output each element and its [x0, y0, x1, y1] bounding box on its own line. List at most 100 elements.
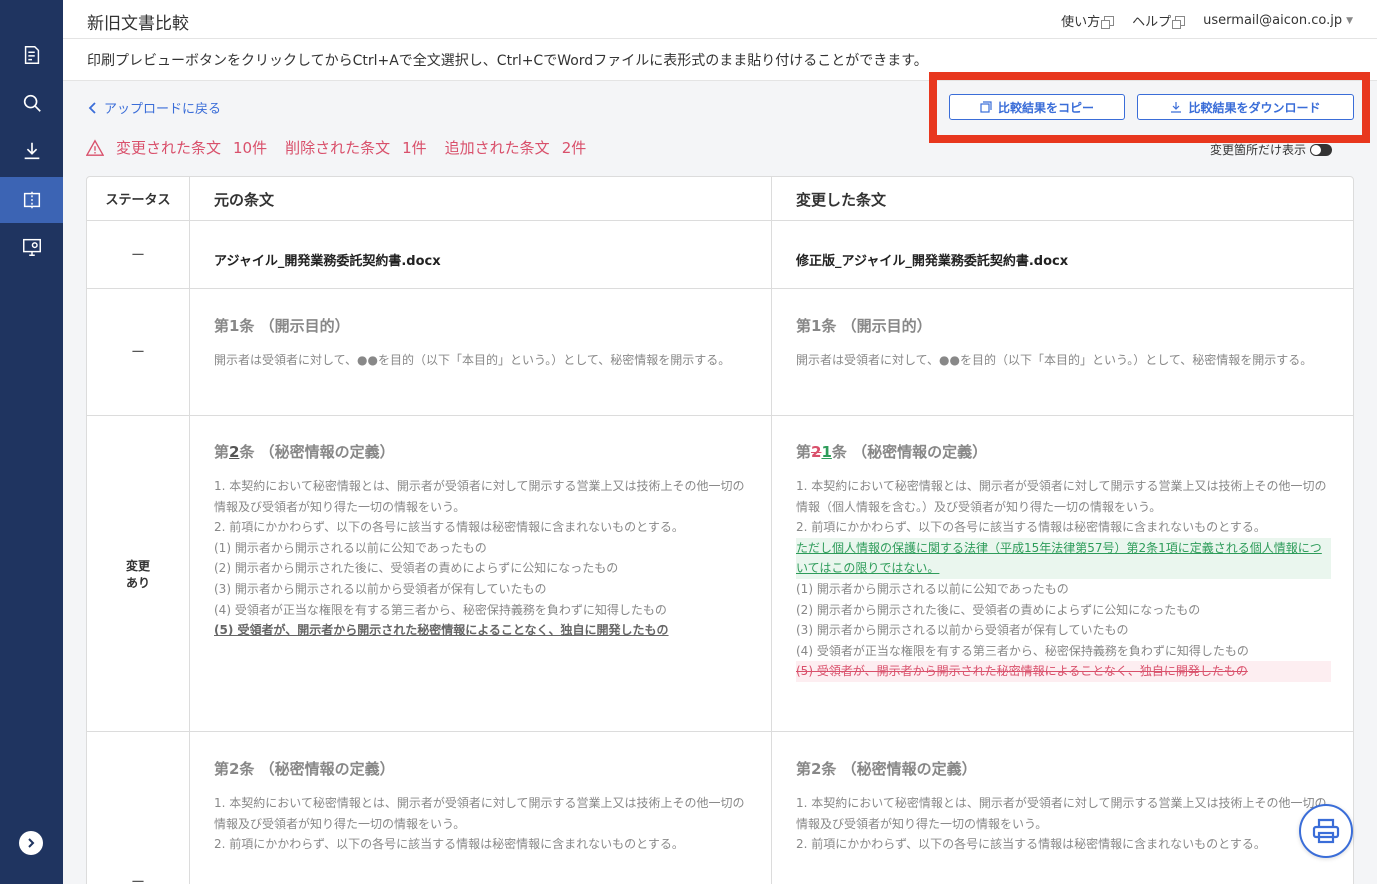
help-link[interactable]: ヘルプ — [1132, 11, 1186, 30]
usage-link[interactable]: 使い方 — [1061, 11, 1115, 30]
article-line: 1. 本契約において秘密情報とは、開示者が受領者に対して開示する営業上又は技術上… — [214, 796, 745, 831]
print-preview-button[interactable] — [1299, 804, 1353, 858]
file-row: ー アジャイル_開発業務委託契約書.docx 修正版_アジャイル_開発業務委託契… — [87, 221, 1353, 289]
sidebar-item-search[interactable] — [0, 80, 63, 126]
article-line: (2) 開示者から開示された後に、受領者の責めによらずに公知になったもの — [796, 602, 1201, 617]
article-line-removed-source: (5) 受領者が、開示者から開示された秘密情報によることなく、独自に開発したもの — [214, 623, 669, 638]
changed-label: 変更された条文 — [116, 139, 222, 157]
external-link-icon — [1172, 15, 1186, 29]
changed-count: 10件 — [233, 139, 268, 157]
status-cell-changed: 変更 あり — [87, 416, 190, 731]
caret-down-icon: ▼ — [1346, 15, 1353, 26]
table-row-changed: 変更 あり 第2条 （秘密情報の定義） 1. 本契約において秘密情報とは、開示者が… — [87, 416, 1353, 732]
sidebar-expand-button[interactable] — [19, 831, 43, 855]
article-title: 第1条 （開示目的） — [796, 317, 932, 335]
sidebar-item-download[interactable] — [0, 128, 63, 174]
page-title: 新旧文書比較 — [87, 14, 189, 34]
article-body: 開示者は受領者に対して、●●を目的（以下「本目的」という。）として、秘密情報を開… — [796, 353, 1313, 367]
changed-article: 第21条 （秘密情報の定義） 1. 本契約において秘密情報とは、開示者が受領者に… — [772, 416, 1353, 731]
sidebar-item-compare[interactable] — [0, 177, 63, 223]
article-line-inserted: ただし個人情報の保護に関する法律（平成15年法律第57号）第2条1項に定義される… — [796, 537, 1331, 579]
article-title: 第2条 （秘密情報の定義） — [214, 441, 747, 462]
article-body: 1. 本契約において秘密情報とは、開示者が受領者に対して開示する営業上又は技術上… — [796, 476, 1331, 682]
help-link-label: ヘルプ — [1132, 15, 1172, 30]
article-title: 第1条 （開示目的） — [214, 317, 350, 335]
change-summary: 変更された条文 10件 削除された条文 1件 追加された条文 2件 — [86, 137, 586, 158]
article-body: 1. 本契約において秘密情報とは、開示者が受領者に対して開示する営業上又は技術上… — [214, 793, 747, 855]
article-line: (1) 開示者から開示される以前に公知であったもの — [214, 540, 487, 555]
title-suffix: 条 （秘密情報の定義） — [239, 443, 395, 461]
monitor-gear-icon — [22, 238, 41, 256]
header: 新旧文書比較 使い方 ヘルプ usermail@aicon.co.jp ▼ — [63, 0, 1377, 39]
status-changed-line2: あり — [125, 575, 150, 590]
title-prefix: 第 — [214, 443, 230, 461]
sidebar — [0, 0, 63, 884]
changes-only-toggle-wrap: 変更箇所だけ表示 — [1210, 141, 1333, 158]
chevron-right-icon — [28, 838, 35, 848]
article-line: 1. 本契約において秘密情報とは、開示者が受領者に対して開示する営業上又は技術上… — [796, 796, 1327, 831]
header-links: 使い方 ヘルプ usermail@aicon.co.jp ▼ — [1061, 11, 1353, 30]
status-header: ステータス — [87, 177, 190, 220]
article-line-deleted: (5) 受領者が、開示者から開示された秘密情報によることなく、独自に開発したもの — [796, 661, 1331, 682]
changed-filename: 修正版_アジャイル_開発業務委託契約書.docx — [796, 254, 1069, 269]
compare-icon — [23, 191, 40, 209]
article-body: 開示者は受領者に対して、●●を目的（以下「本目的」という。）として、秘密情報を開… — [214, 353, 731, 367]
article-line: 2. 前項にかかわらず、以下の各号に該当する情報は秘密情報に含まれないものとする… — [796, 520, 1266, 535]
added-count: 2件 — [561, 139, 587, 157]
sidebar-item-documents[interactable] — [0, 32, 63, 78]
user-email: usermail@aicon.co.jp — [1203, 13, 1343, 28]
original-article: 第1条 （開示目的） 開示者は受領者に対して、●●を目的（以下「本目的」という。… — [190, 289, 772, 415]
changed-article: 第2条 （秘密情報の定義） 1. 本契約において秘密情報とは、開示者が受領者に対… — [772, 732, 1353, 884]
usage-link-label: 使い方 — [1061, 15, 1101, 30]
status-cell: ー — [87, 221, 190, 288]
download-icon — [24, 142, 39, 160]
table-header-row: ステータス 元の条文 変更した条文 — [87, 177, 1353, 221]
back-to-upload-link[interactable]: アップロードに戻る — [88, 98, 221, 117]
table-row: ー 第2条 （秘密情報の定義） 1. 本契約において秘密情報とは、開示者が受領者… — [87, 732, 1353, 884]
deleted-label: 削除された条文 — [285, 139, 391, 157]
original-article: 第2条 （秘密情報の定義） 1. 本契約において秘密情報とは、開示者が受領者に対… — [190, 732, 772, 884]
document-edit-icon — [24, 46, 39, 64]
original-filename: アジャイル_開発業務委託契約書.docx — [190, 221, 772, 288]
changed-article: 第1条 （開示目的） 開示者は受領者に対して、●●を目的（以下「本目的」という。… — [772, 289, 1353, 415]
title-inserted-number: 1 — [821, 443, 832, 461]
title-suffix: 条 （秘密情報の定義） — [831, 443, 988, 461]
article-body: 1. 本契約において秘密情報とは、開示者が受領者に対して開示する営業上又は技術上… — [796, 793, 1331, 855]
highlight-annotation-box — [929, 72, 1370, 143]
article-line: (4) 受領者が正当な権限を有する第三者から、秘密保持義務を負わずに知得したもの — [796, 643, 1249, 658]
title-number: 2 — [229, 443, 240, 461]
search-icon — [23, 94, 41, 112]
changes-only-toggle[interactable] — [1310, 143, 1333, 156]
added-label: 追加された条文 — [444, 139, 550, 157]
title-prefix: 第 — [796, 443, 812, 461]
article-line: (3) 開示者から開示される以前から受領者が保有していたもの — [796, 623, 1129, 638]
article-line: (2) 開示者から開示された後に、受領者の責めによらずに公知になったもの — [214, 561, 619, 576]
article-line: 2. 前項にかかわらず、以下の各号に該当する情報は秘密情報に含まれないものとする… — [214, 520, 684, 535]
deleted-count: 1件 — [402, 139, 427, 157]
article-title: 第2条 （秘密情報の定義） — [796, 760, 977, 778]
article-line: 1. 本契約において秘密情報とは、開示者が受領者に対して開示する営業上又は技術上… — [214, 479, 745, 514]
comparison-table: ステータス 元の条文 変更した条文 ー アジャイル_開発業務委託契約書.docx… — [86, 176, 1354, 884]
sidebar-item-settings[interactable] — [0, 224, 63, 270]
article-body: 1. 本契約において秘密情報とは、開示者が受領者に対して開示する営業上又は技術上… — [214, 476, 747, 641]
article-title: 第2条 （秘密情報の定義） — [214, 760, 395, 778]
chevron-left-icon — [88, 101, 96, 114]
status-cell: ー — [87, 289, 190, 415]
article-title: 第21条 （秘密情報の定義） — [796, 441, 1331, 462]
changed-header: 変更した条文 — [796, 191, 887, 209]
user-menu[interactable]: usermail@aicon.co.jp ▼ — [1203, 13, 1353, 28]
article-line: (3) 開示者から開示される以前から受領者が保有していたもの — [214, 581, 547, 596]
title-deleted-number: 2 — [811, 443, 822, 461]
warning-icon — [86, 138, 104, 156]
status-changed-line1: 変更 — [125, 558, 150, 573]
back-link-label: アップロードに戻る — [104, 102, 222, 117]
original-article: 第2条 （秘密情報の定義） 1. 本契約において秘密情報とは、開示者が受領者に対… — [190, 416, 772, 731]
table-row: ー 第1条 （開示目的） 開示者は受領者に対して、●●を目的（以下「本目的」とい… — [87, 289, 1353, 416]
changes-only-label: 変更箇所だけ表示 — [1210, 143, 1307, 157]
status-cell: ー — [87, 732, 190, 884]
article-line: 1. 本契約において秘密情報とは、開示者が受領者に対して開示する営業上又は技術上… — [796, 479, 1327, 514]
article-line: 2. 前項にかかわらず、以下の各号に該当する情報は秘密情報に含まれないものとする… — [796, 837, 1266, 852]
article-line: 2. 前項にかかわらず、以下の各号に該当する情報は秘密情報に含まれないものとする… — [214, 837, 684, 852]
article-line: (4) 受領者が正当な権限を有する第三者から、秘密保持義務を負わずに知得したもの — [214, 602, 667, 617]
original-header: 元の条文 — [190, 177, 772, 220]
